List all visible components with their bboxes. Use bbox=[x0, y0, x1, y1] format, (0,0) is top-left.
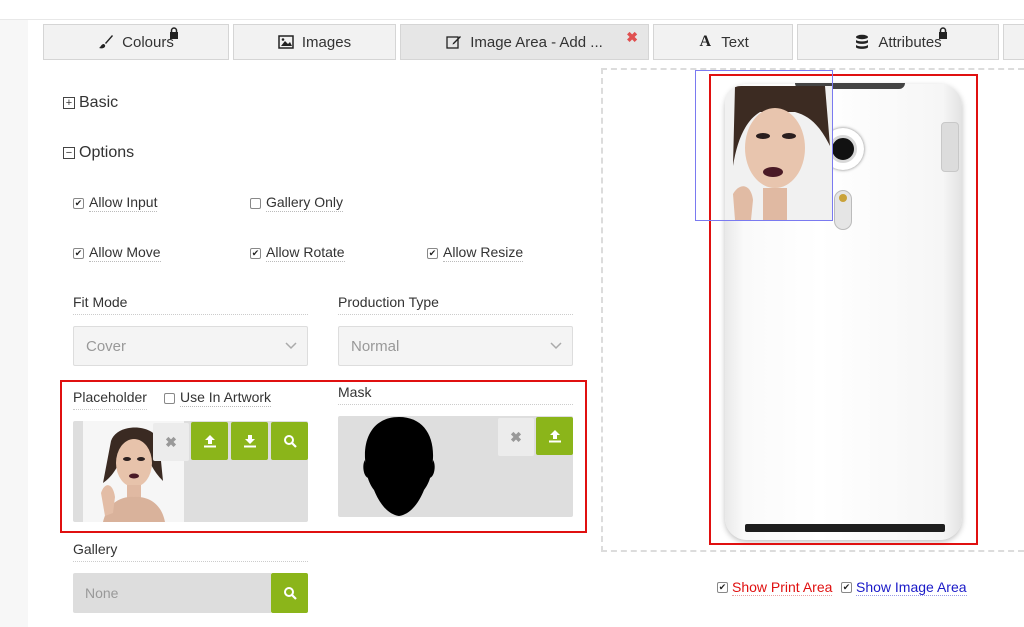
tab-image-area[interactable]: Image Area - Add ... ✖ bbox=[400, 24, 649, 60]
download-placeholder-button[interactable] bbox=[231, 422, 268, 460]
tab-text[interactable]: A Text bbox=[653, 24, 793, 60]
upload-icon bbox=[203, 435, 216, 448]
search-icon bbox=[283, 435, 297, 448]
fit-mode-select[interactable]: Cover bbox=[73, 326, 308, 366]
allow-move-checkbox[interactable]: ✔ Allow Move bbox=[73, 244, 161, 262]
close-icon: ✖ bbox=[165, 433, 177, 450]
allow-resize-label: Allow Resize bbox=[443, 244, 524, 262]
tab-images[interactable]: Images bbox=[233, 24, 396, 60]
checkbox-checked-icon: ✔ bbox=[73, 247, 84, 259]
checkbox-empty-icon bbox=[250, 197, 261, 209]
checkbox-checked-icon: ✔ bbox=[427, 247, 438, 259]
placeholder-label: Placeholder bbox=[73, 389, 147, 410]
lock-icon bbox=[938, 27, 948, 42]
allow-resize-checkbox[interactable]: ✔ Allow Resize bbox=[427, 244, 524, 262]
section-options-label: Options bbox=[79, 144, 135, 161]
show-image-area-checkbox[interactable]: ✔ Show Image Area bbox=[841, 579, 967, 596]
mask-label: Mask bbox=[338, 384, 573, 405]
production-type-value: Normal bbox=[351, 337, 400, 355]
tab-label: Image Area - Add ... bbox=[470, 33, 603, 51]
gallery-label: Gallery bbox=[73, 541, 308, 562]
search-icon bbox=[283, 587, 297, 600]
chevron-down-icon bbox=[550, 342, 562, 350]
checkbox-checked-icon: ✔ bbox=[73, 197, 84, 209]
allow-rotate-label: Allow Rotate bbox=[266, 244, 345, 262]
brush-icon bbox=[98, 34, 114, 50]
checkbox-checked-icon: ✔ bbox=[841, 582, 852, 593]
remove-placeholder-button[interactable]: ✖ bbox=[153, 423, 189, 461]
database-icon bbox=[854, 34, 870, 50]
use-in-artwork-label: Use In Artwork bbox=[180, 389, 272, 407]
remove-mask-button[interactable]: ✖ bbox=[498, 418, 534, 456]
gallery-only-label: Gallery Only bbox=[266, 194, 344, 212]
close-icon[interactable]: ✖ bbox=[626, 29, 638, 46]
tab-label: Images bbox=[301, 33, 352, 51]
checkbox-checked-icon: ✔ bbox=[250, 247, 261, 259]
allow-input-checkbox[interactable]: ✔ Allow Input bbox=[73, 194, 158, 212]
production-type-select[interactable]: Normal bbox=[338, 326, 573, 366]
mask-silhouette bbox=[362, 416, 436, 517]
text-icon: A bbox=[699, 33, 712, 50]
section-options[interactable]: − Options bbox=[63, 144, 134, 162]
upload-placeholder-button[interactable] bbox=[191, 422, 228, 460]
download-icon bbox=[243, 435, 256, 448]
show-print-area-label: Show Print Area bbox=[732, 579, 833, 596]
show-image-area-label: Show Image Area bbox=[856, 579, 967, 596]
checkbox-empty-icon bbox=[164, 392, 175, 404]
gallery-search-button[interactable] bbox=[271, 573, 308, 613]
fit-mode-label: Fit Mode bbox=[73, 294, 308, 315]
fit-mode-value: Cover bbox=[86, 337, 127, 355]
tab-label: Text bbox=[721, 33, 749, 51]
close-icon: ✖ bbox=[510, 428, 522, 445]
collapse-icon: − bbox=[63, 147, 75, 159]
gallery-input[interactable]: None bbox=[73, 573, 271, 613]
search-placeholder-button[interactable] bbox=[271, 422, 308, 460]
use-in-artwork-checkbox[interactable]: Use In Artwork bbox=[164, 389, 272, 407]
lock-icon bbox=[169, 27, 179, 42]
section-basic[interactable]: + Basic bbox=[63, 94, 118, 112]
picture-icon bbox=[278, 34, 294, 50]
image-area-outline[interactable] bbox=[695, 70, 833, 221]
production-type-label: Production Type bbox=[338, 294, 573, 315]
allow-input-label: Allow Input bbox=[89, 194, 158, 212]
top-strip bbox=[0, 0, 1024, 20]
left-gutter bbox=[0, 20, 28, 627]
expand-icon: + bbox=[63, 97, 75, 109]
show-print-area-checkbox[interactable]: ✔ Show Print Area bbox=[717, 579, 833, 596]
chevron-down-icon bbox=[285, 342, 297, 350]
tab-colours[interactable]: Colours bbox=[43, 24, 229, 60]
gallery-value: None bbox=[85, 585, 119, 601]
checkbox-checked-icon: ✔ bbox=[717, 582, 728, 593]
edit-icon bbox=[446, 34, 462, 50]
allow-move-label: Allow Move bbox=[89, 244, 161, 262]
tab-label: Colours bbox=[122, 33, 174, 51]
upload-icon bbox=[548, 430, 561, 443]
tab-label: Attributes bbox=[878, 33, 942, 51]
section-basic-label: Basic bbox=[79, 94, 119, 111]
gallery-only-checkbox[interactable]: Gallery Only bbox=[250, 194, 344, 212]
allow-rotate-checkbox[interactable]: ✔ Allow Rotate bbox=[250, 244, 345, 262]
tab-overflow[interactable] bbox=[1003, 24, 1024, 60]
upload-mask-button[interactable] bbox=[536, 417, 573, 455]
tab-attributes[interactable]: Attributes bbox=[797, 24, 999, 60]
